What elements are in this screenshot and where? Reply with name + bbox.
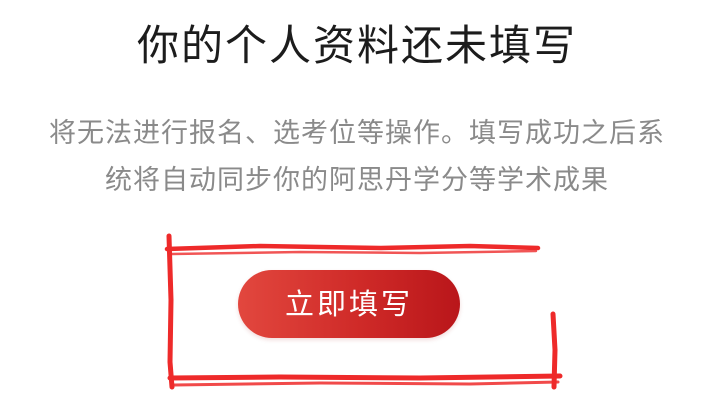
annotation-right-stroke — [550, 311, 558, 390]
annotation-left-stroke — [166, 233, 175, 390]
page-title: 你的个人资料还未填写 — [136, 21, 577, 70]
annotation-bottom-stroke — [167, 373, 563, 381]
annotation-top-stroke-2 — [170, 249, 538, 256]
annotation-bottom-stroke-2 — [172, 380, 560, 387]
description-line-1: 将无法进行报名、选考位等操作。填写成功之后系 — [49, 118, 665, 149]
description-line-2: 统将自动同步你的阿思丹学分等学术成果 — [105, 165, 609, 196]
fill-in-now-button[interactable]: 立即填写 — [238, 270, 460, 338]
annotation-top-stroke — [164, 243, 541, 252]
